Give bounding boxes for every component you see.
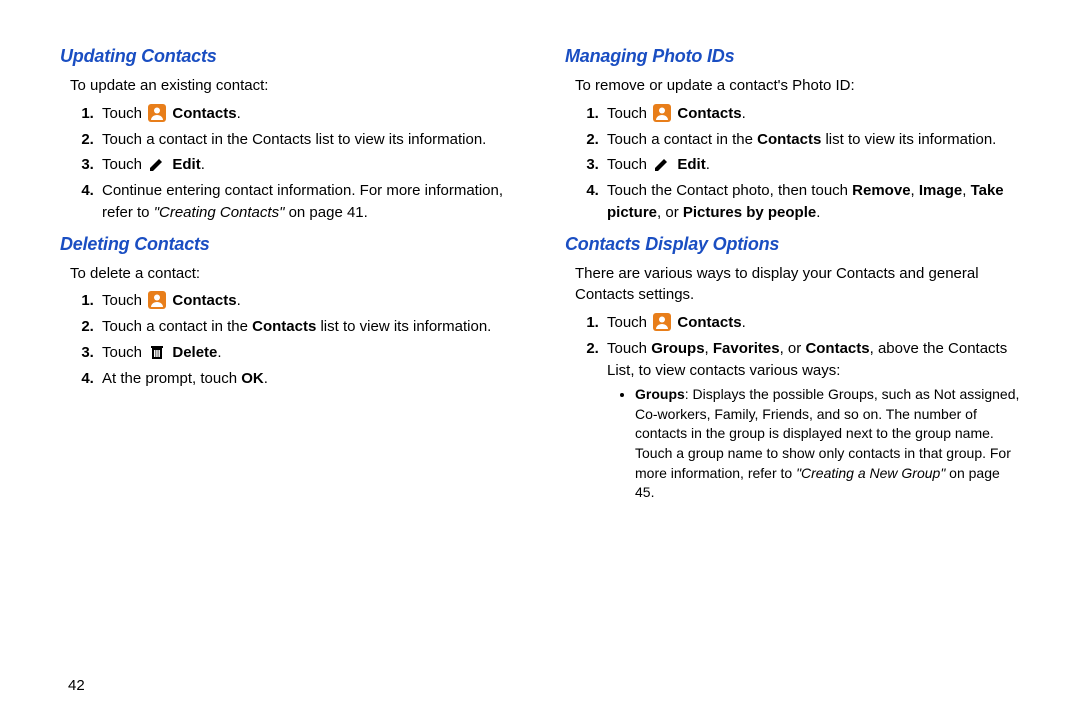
step-item: Touch Edit. [98,154,515,176]
text: . [742,105,746,122]
text: Touch a contact in the [607,131,757,148]
bold: Contacts [757,131,821,148]
intro-text: To update an existing contact: [70,75,515,97]
intro-text: To remove or update a contact's Photo ID… [575,75,1020,97]
steps-photoid: Touch Contacts. Touch a contact in the C… [575,103,1020,224]
text: list to view its information. [316,318,491,335]
text: Touch [607,314,651,331]
text: , or [657,204,683,221]
contacts-icon [653,104,671,122]
text: , [705,340,713,357]
text: , [962,182,970,199]
text: . [816,204,820,221]
bold: Groups [651,340,704,357]
step-item: At the prompt, touch OK. [98,368,515,390]
sub-bullets: Groups: Displays the possible Groups, su… [625,385,1020,503]
xref: "Creating a New Group" [796,465,945,481]
bullet-item: Groups: Displays the possible Groups, su… [635,385,1020,503]
heading-deleting-contacts: Deleting Contacts [60,234,515,255]
bold: Favorites [713,340,780,357]
step-item: Touch a contact in the Contacts list to … [98,129,515,151]
manual-page: Updating Contacts To update an existing … [0,0,1080,660]
intro-text: There are various ways to display your C… [575,263,1020,307]
step-item: Touch Delete. [98,342,515,364]
right-column: Managing Photo IDs To remove or update a… [535,40,1040,660]
text: , [911,182,919,199]
text: At the prompt, touch [102,370,241,387]
contacts-icon [653,313,671,331]
bold: OK [241,370,264,387]
heading-display-options: Contacts Display Options [565,234,1020,255]
bold: Image [919,182,962,199]
step-item: Touch Groups, Favorites, or Contacts, ab… [603,338,1020,503]
text: , or [780,340,806,357]
step-item: Touch Edit. [603,154,1020,176]
text: . [237,105,241,122]
bold: Remove [852,182,910,199]
text: Touch [102,292,146,309]
text: Touch a contact in the [102,318,252,335]
text: Touch [607,156,651,173]
contacts-icon [148,291,166,309]
heading-updating-contacts: Updating Contacts [60,46,515,67]
bold: Contacts [252,318,316,335]
text: list to view its information. [821,131,996,148]
text: Touch [607,105,651,122]
edit-label: Edit [677,156,705,173]
page-number: 42 [68,677,85,694]
step-item: Touch the Contact photo, then touch Remo… [603,180,1020,224]
contacts-icon [148,104,166,122]
delete-icon [148,343,166,361]
step-item: Touch Contacts. [603,103,1020,125]
contacts-label: Contacts [677,105,741,122]
text: . [201,156,205,173]
steps-updating: Touch Contacts. Touch a contact in the C… [70,103,515,224]
step-item: Continue entering contact information. F… [98,180,515,224]
edit-icon [148,155,166,173]
step-item: Touch a contact in the Contacts list to … [98,316,515,338]
text: Touch the Contact photo, then touch [607,182,852,199]
step-item: Touch Contacts. [98,103,515,125]
text: . [264,370,268,387]
steps-deleting: Touch Contacts. Touch a contact in the C… [70,290,515,389]
intro-text: To delete a contact: [70,263,515,285]
left-column: Updating Contacts To update an existing … [30,40,535,660]
bold: Contacts [805,340,869,357]
xref: "Creating Contacts" [154,204,285,221]
text: Touch [102,156,146,173]
step-item: Touch a contact in the Contacts list to … [603,129,1020,151]
step-item: Touch Contacts. [98,290,515,312]
text: Touch [102,105,146,122]
text: . [237,292,241,309]
text: Touch [102,344,146,361]
bold: Groups [635,386,685,402]
contacts-label: Contacts [172,292,236,309]
heading-managing-photo-ids: Managing Photo IDs [565,46,1020,67]
step-item: Touch Contacts. [603,312,1020,334]
text: Touch [607,340,651,357]
text: . [217,344,221,361]
text: on page 41. [284,204,367,221]
edit-icon [653,155,671,173]
contacts-label: Contacts [677,314,741,331]
bold: Pictures by people [683,204,816,221]
text: . [742,314,746,331]
steps-display: Touch Contacts. Touch Groups, Favorites,… [575,312,1020,503]
contacts-label: Contacts [172,105,236,122]
delete-label: Delete [172,344,217,361]
edit-label: Edit [172,156,200,173]
text: . [706,156,710,173]
